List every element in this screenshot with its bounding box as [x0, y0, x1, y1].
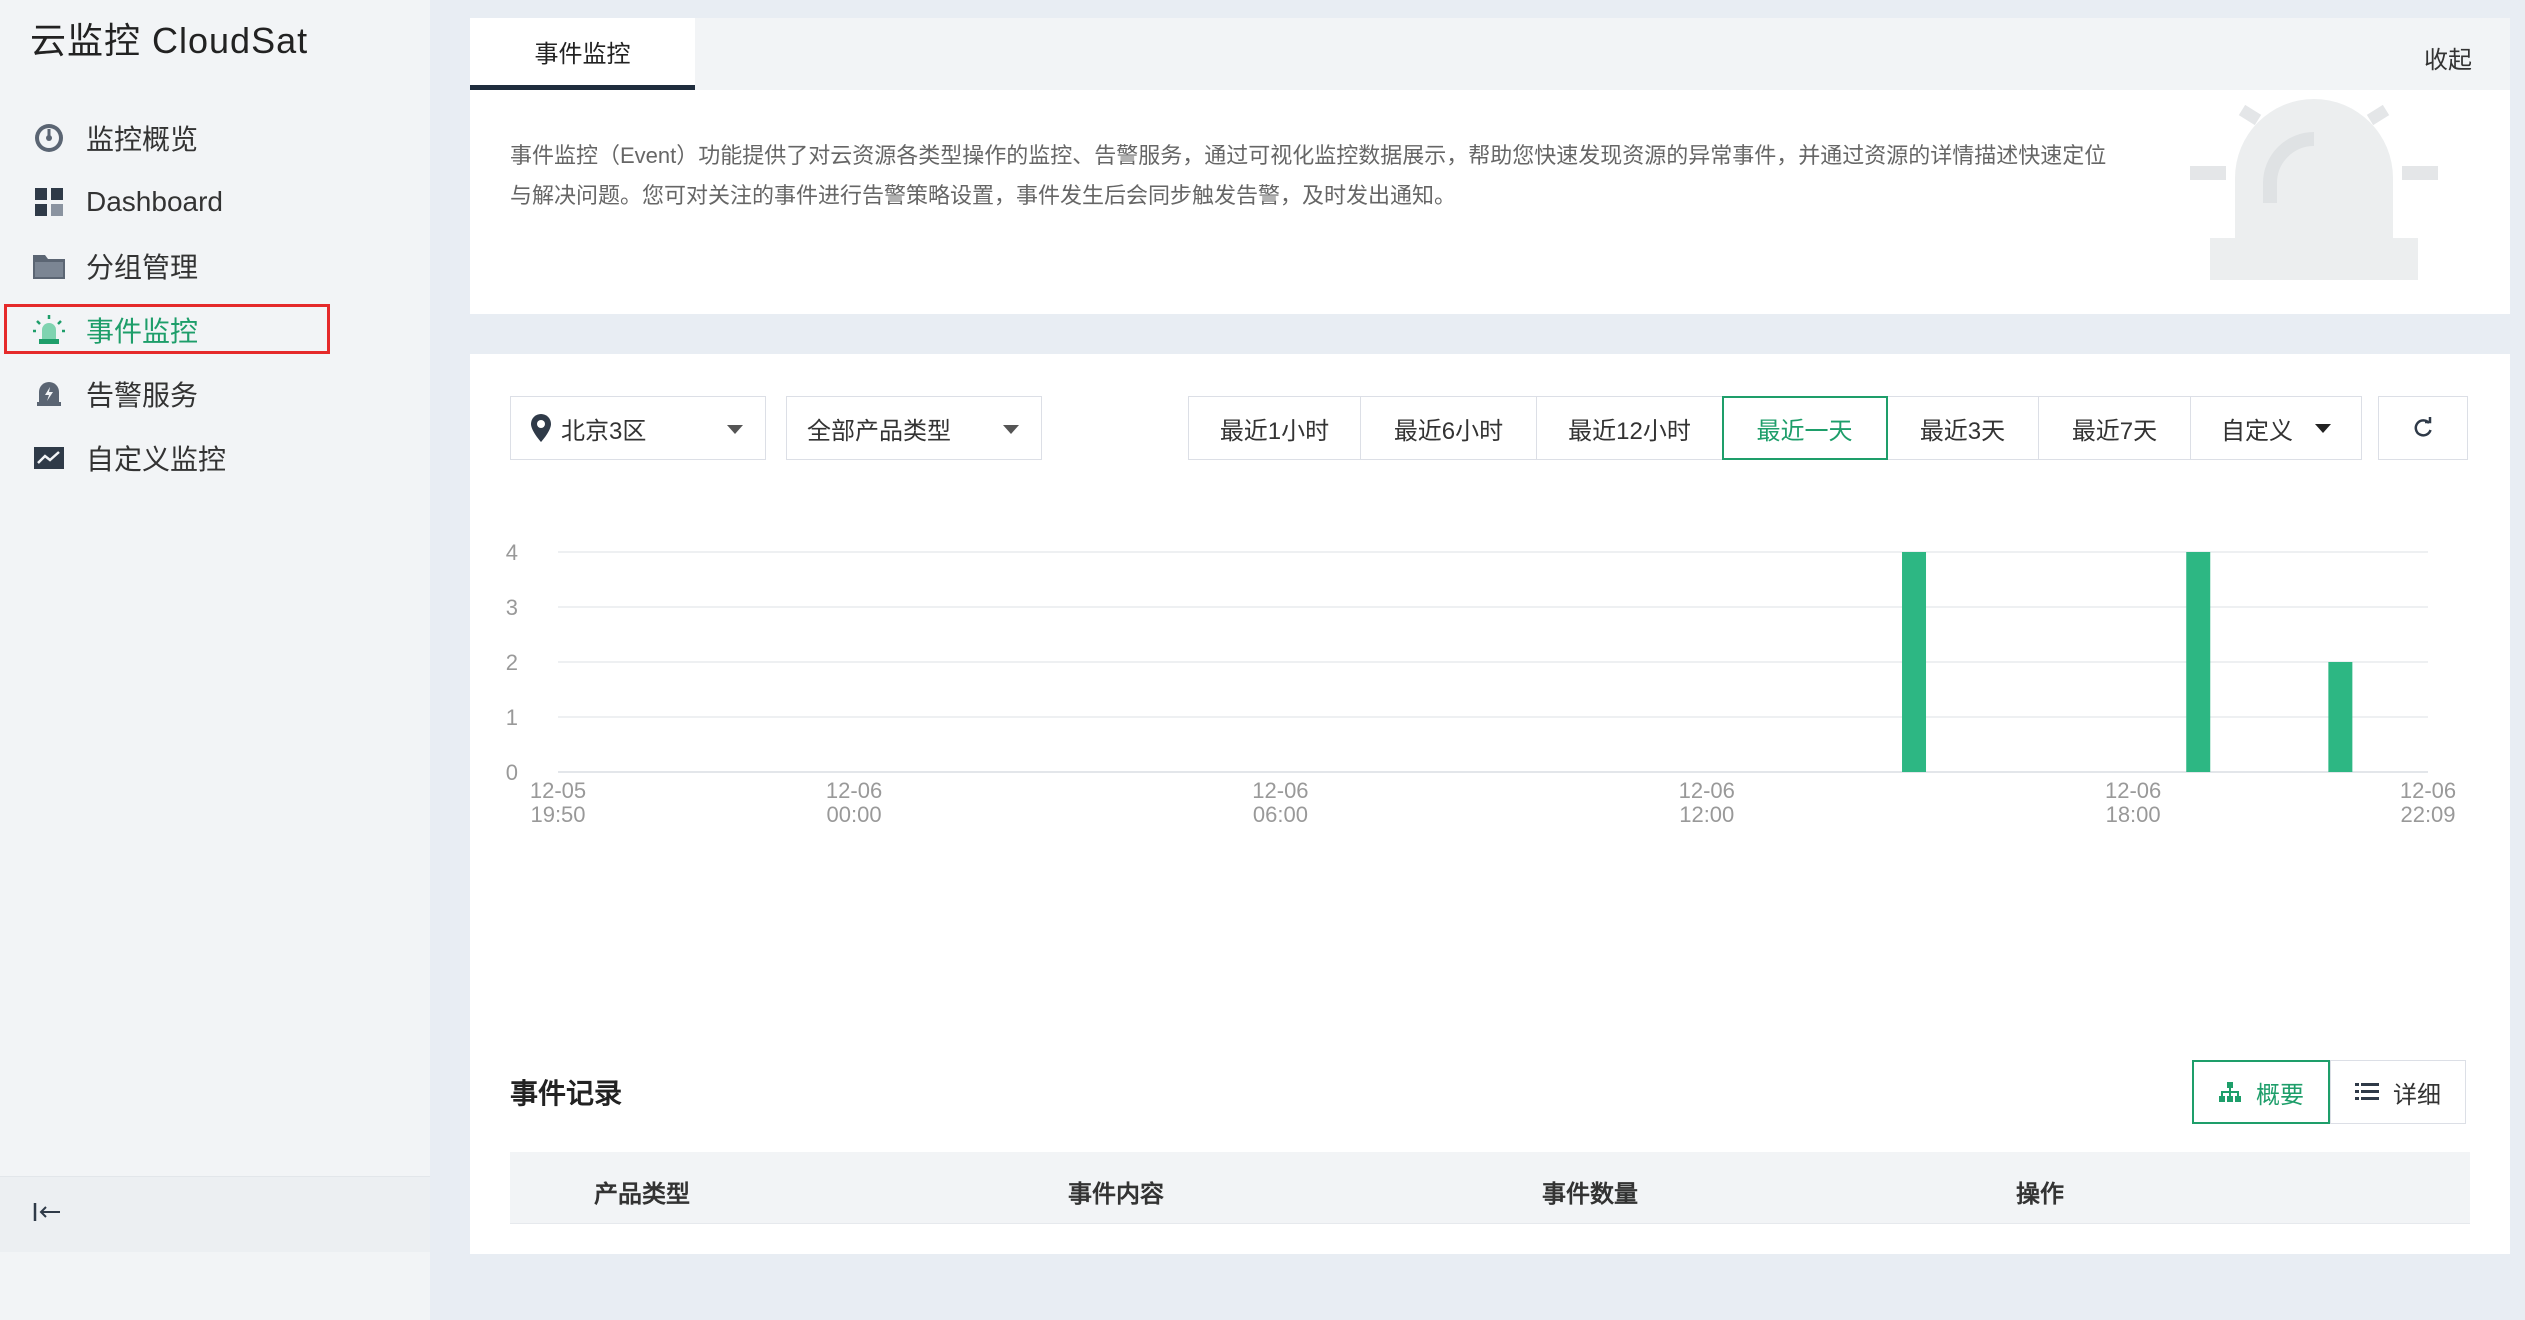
chart-bar	[2186, 552, 2211, 772]
x-tick-date-label: 12-06	[2105, 778, 2161, 803]
event-intro-card: 事件监控 收起 事件监控（Event）功能提供了对云资源各类型操作的监控、告警服…	[470, 18, 2510, 314]
x-tick-time-label: 00:00	[827, 802, 882, 827]
x-tick-date-label: 12-06	[1252, 778, 1308, 803]
alert-bell-icon	[32, 377, 66, 411]
refresh-icon	[2412, 417, 2434, 439]
list-icon	[2355, 1082, 2379, 1102]
time-range-custom-label: 自定义	[2221, 417, 2293, 445]
sidebar-item-label: 分组管理	[86, 252, 199, 283]
sidebar-footer	[0, 1176, 430, 1252]
y-tick-label: 4	[506, 540, 518, 565]
view-toggle: 概要 详细	[2192, 1060, 2466, 1124]
records-table-header: 产品类型 事件内容 事件数量 操作	[510, 1152, 2470, 1224]
sidebar-item-event-monitoring[interactable]: 事件监控	[0, 298, 430, 362]
sidebar-item-groups[interactable]: 分组管理	[0, 234, 430, 298]
column-header-product-type: 产品类型	[594, 1181, 690, 1208]
tab-event-monitoring[interactable]: 事件监控	[470, 18, 695, 90]
column-header-event-content: 事件内容	[1068, 1181, 1164, 1208]
detail-view-button[interactable]: 详细	[2330, 1060, 2466, 1124]
time-range-1h[interactable]: 最近1小时	[1189, 397, 1361, 459]
time-range-12h[interactable]: 最近12小时	[1537, 397, 1723, 459]
records-title: 事件记录	[510, 1078, 623, 1109]
y-tick-label: 0	[506, 760, 518, 785]
column-header-actions: 操作	[2016, 1181, 2064, 1208]
region-select[interactable]: 北京3区	[510, 396, 766, 460]
y-tick-label: 1	[506, 705, 518, 730]
time-range-custom[interactable]: 自定义	[2191, 397, 2361, 459]
tab-bar: 事件监控 收起	[470, 18, 2510, 90]
table-row	[510, 1226, 2470, 1254]
sidebar-item-label: 自定义监控	[86, 444, 227, 475]
time-range-6h[interactable]: 最近6小时	[1361, 397, 1537, 459]
event-count-chart: 0123412-0519:5012-0600:0012-0606:0012-06…	[506, 540, 2456, 827]
sidebar-nav: 监控概览 Dashboard 分组管理 事件监控 告警服务 自定义监控	[0, 106, 430, 490]
y-tick-label: 2	[506, 650, 518, 675]
sidebar-item-label: 事件监控	[86, 316, 199, 347]
chart-bar	[2328, 662, 2353, 772]
y-tick-label: 3	[506, 595, 518, 620]
sidebar-item-overview[interactable]: 监控概览	[0, 106, 430, 170]
time-range-1d[interactable]: 最近一天	[1722, 396, 1888, 460]
alarm-illustration-icon	[2190, 88, 2470, 298]
summary-view-button[interactable]: 概要	[2192, 1060, 2330, 1124]
refresh-button[interactable]	[2378, 396, 2468, 460]
caret-down-icon	[2315, 423, 2331, 433]
x-tick-time-label: 12:00	[1679, 802, 1734, 827]
sidebar-item-dashboard[interactable]: Dashboard	[0, 170, 430, 234]
app-title: 云监控 CloudSat	[30, 20, 309, 61]
chevron-down-icon	[727, 425, 743, 434]
x-tick-date-label: 12-06	[1679, 778, 1735, 803]
collapse-left-icon[interactable]	[32, 1200, 64, 1229]
x-tick-time-label: 19:50	[530, 802, 585, 827]
time-range-3d[interactable]: 最近3天	[1887, 397, 2039, 459]
event-monitor-panel: 北京3区 全部产品类型 最近1小时 最近6小时 最近12小时 最近一天 最近3天…	[470, 354, 2510, 1254]
x-tick-date-label: 12-05	[530, 778, 586, 803]
x-tick-time-label: 06:00	[1253, 802, 1308, 827]
sidebar-item-label: Dashboard	[86, 186, 223, 217]
x-tick-date-label: 12-06	[826, 778, 882, 803]
summary-view-label: 概要	[2256, 1081, 2304, 1109]
sitemap-icon	[2218, 1081, 2242, 1103]
x-tick-time-label: 18:00	[2106, 802, 2161, 827]
dashboard-gauge-icon	[32, 121, 66, 155]
sidebar-item-label: 监控概览	[86, 124, 199, 155]
grid-icon	[32, 185, 66, 219]
trend-chart-icon	[32, 441, 66, 475]
time-range-7d[interactable]: 最近7天	[2039, 397, 2191, 459]
detail-view-label: 详细	[2393, 1081, 2441, 1109]
sidebar-item-custom-monitoring[interactable]: 自定义监控	[0, 426, 430, 490]
location-pin-icon	[531, 414, 551, 442]
x-tick-time-label: 22:09	[2400, 802, 2455, 827]
column-header-event-count: 事件数量	[1542, 1181, 1638, 1208]
sidebar: 云监控 CloudSat 监控概览 Dashboard 分组管理 事件监控 告警…	[0, 0, 430, 1320]
product-type-value: 全部产品类型	[807, 417, 951, 445]
sidebar-item-alert-service[interactable]: 告警服务	[0, 362, 430, 426]
region-value: 北京3区	[561, 417, 647, 445]
product-type-select[interactable]: 全部产品类型	[786, 396, 1042, 460]
collapse-link[interactable]: 收起	[2424, 40, 2472, 75]
folder-icon	[32, 249, 66, 283]
x-tick-date-label: 12-06	[2400, 778, 2456, 803]
chart-bar	[1902, 552, 1927, 772]
alarm-light-icon	[32, 313, 66, 347]
time-range-group: 最近1小时 最近6小时 最近12小时 最近一天 最近3天 最近7天 自定义	[1188, 396, 2362, 460]
chevron-down-icon	[1003, 425, 1019, 434]
sidebar-item-label: 告警服务	[86, 380, 199, 411]
feature-description: 事件监控（Event）功能提供了对云资源各类型操作的监控、告警服务，通过可视化监…	[510, 143, 2107, 208]
